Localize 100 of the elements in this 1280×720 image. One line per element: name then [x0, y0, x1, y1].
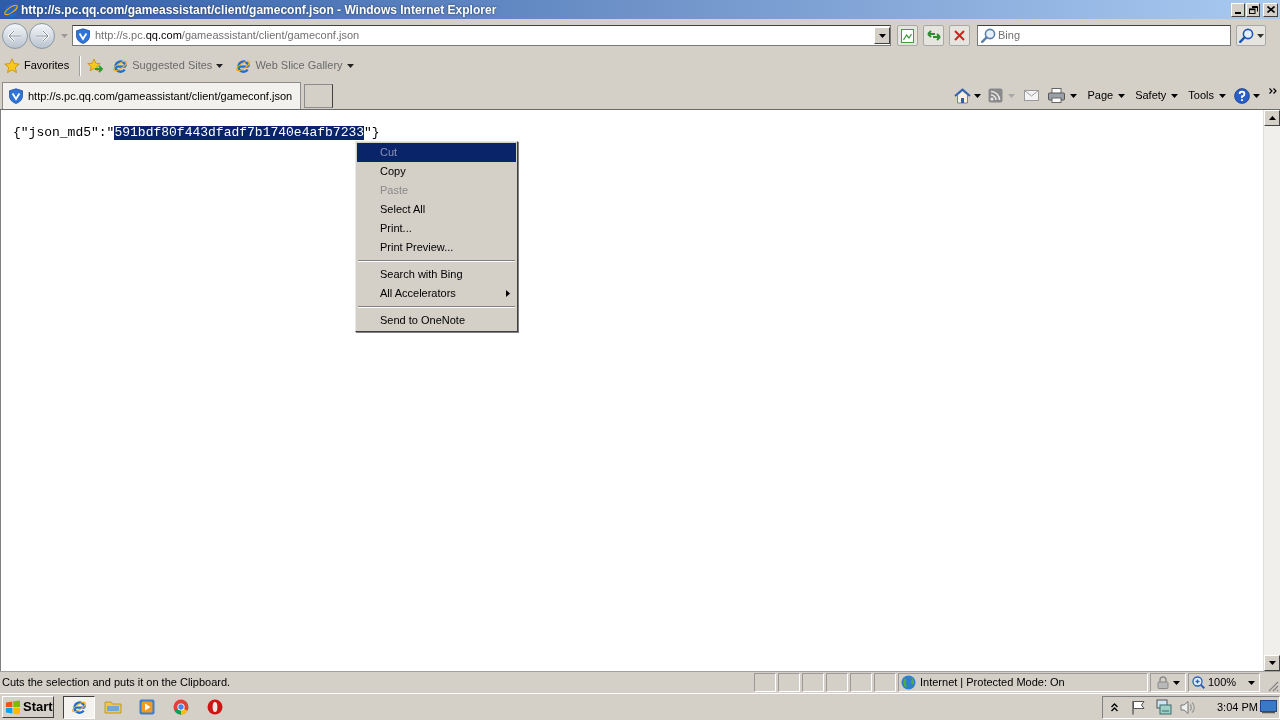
search-icon — [981, 28, 996, 43]
caret-icon — [1070, 93, 1078, 98]
page-icon — [901, 28, 914, 43]
scroll-down-button[interactable] — [1264, 655, 1280, 671]
caret-icon — [878, 33, 886, 38]
search-icon — [1238, 28, 1254, 43]
scrollbar[interactable] — [1263, 110, 1280, 671]
ring-logo-icon — [207, 699, 223, 715]
shield-icon — [75, 27, 91, 44]
resize-grip-icon — [1267, 680, 1279, 692]
start-button[interactable]: Start — [2, 696, 54, 718]
browser-icon — [173, 699, 189, 715]
flag-icon — [1131, 699, 1146, 715]
chevron-double-right-icon — [1269, 87, 1277, 94]
volume-button[interactable] — [1180, 698, 1196, 716]
printer-icon — [1048, 88, 1066, 103]
command-menu[interactable]: Tools — [1188, 84, 1226, 107]
selected-text: 591bdf80f443dfadf7b1740e4afb7233 — [114, 126, 365, 140]
status-text: Cuts the selection and puts it on the Clipboard. — [1, 675, 232, 691]
caret-icon — [346, 63, 354, 68]
restore-icon — [1248, 5, 1258, 14]
minimize-icon — [1235, 11, 1241, 14]
feed-icon — [988, 88, 1004, 103]
menu-item[interactable]: Search with Bing — [357, 265, 516, 284]
address-url: http://s.pc.qq.com/gameassistant/client/gameconf.json — [95, 28, 360, 44]
star-arrow-icon — [86, 57, 104, 74]
menu-item[interactable]: Print Preview... — [357, 238, 516, 257]
favorites-link[interactable]: Web Slice Gallery — [235, 54, 354, 77]
media-player-icon — [139, 699, 155, 715]
menu-item[interactable]: Select All — [357, 200, 516, 219]
back-button[interactable] — [2, 22, 28, 49]
zoom-in-icon — [1192, 676, 1205, 689]
search-input[interactable]: Bing — [998, 27, 1198, 44]
command-menu[interactable]: Safety — [1135, 84, 1179, 107]
back-arrow-icon — [8, 29, 22, 42]
padlock-icon — [1156, 676, 1169, 689]
home-icon — [954, 87, 972, 104]
zoom-button[interactable]: 100% — [1188, 673, 1260, 692]
desktop-icon — [1260, 700, 1277, 714]
caret-icon — [974, 93, 982, 98]
caret-icon — [216, 63, 224, 68]
menu-item[interactable]: Copy — [357, 162, 516, 181]
caret-icon — [1256, 33, 1264, 38]
address-field[interactable]: http://s.pc.qq.com/gameassistant/client/gameconf.json — [72, 25, 891, 46]
caret-icon — [1008, 93, 1016, 98]
menu-item[interactable]: Send to OneNote — [357, 311, 516, 330]
chevron-double-up-icon — [1111, 702, 1118, 712]
security-zone-text: Internet | Protected Mode: On — [920, 675, 1065, 691]
browser-tab[interactable]: http://s.pc.qq.com/gameassistant/client/gameconf.json — [2, 82, 302, 109]
refresh-button[interactable] — [923, 25, 944, 46]
search-field[interactable]: Bing — [977, 25, 1231, 46]
forward-arrow-icon — [35, 29, 49, 42]
close-button[interactable] — [1263, 2, 1278, 17]
e-logo-icon — [3, 1, 19, 18]
down-arrow-icon — [1268, 661, 1276, 665]
minimize-button[interactable] — [1231, 2, 1245, 17]
json-text: "} — [364, 126, 380, 140]
shield-icon — [8, 88, 24, 104]
globe-icon — [901, 675, 916, 690]
caret-icon — [1253, 93, 1260, 98]
caret-icon — [1248, 680, 1255, 685]
close-icon — [1266, 6, 1275, 13]
restore-button[interactable] — [1246, 2, 1260, 17]
compatibility-view-button[interactable] — [897, 25, 918, 46]
help-icon — [1234, 87, 1250, 104]
search-button[interactable] — [1236, 25, 1266, 46]
action-center-button[interactable] — [1131, 698, 1146, 716]
star-icon — [4, 57, 20, 74]
caret-icon — [1219, 93, 1226, 98]
clock[interactable]: 3:04 PM — [1217, 698, 1258, 716]
favorites-link[interactable]: Suggested Sites — [112, 54, 224, 77]
taskbar-button[interactable] — [63, 695, 95, 719]
window-title: http://s.pc.qq.com/gameassistant/client/gameconf.json - Windows Internet Explorer — [21, 1, 497, 19]
close-icon — [954, 30, 965, 41]
caret-icon — [1172, 680, 1180, 685]
caret-icon — [60, 33, 68, 38]
caret-icon — [1118, 93, 1126, 98]
show-desktop-button[interactable] — [1260, 698, 1277, 716]
e-logo-icon — [112, 57, 129, 74]
favorites-button[interactable]: Favorites — [4, 54, 70, 77]
menu-item[interactable]: Print... — [357, 219, 516, 238]
windows-flag-icon — [5, 699, 21, 715]
json-text: {"json_md5":" — [13, 126, 115, 140]
network-button[interactable] — [1155, 698, 1172, 716]
protected-mode-button[interactable] — [1150, 673, 1186, 692]
e-logo-icon — [235, 57, 252, 74]
new-tab-button[interactable] — [304, 84, 334, 108]
scroll-up-button[interactable] — [1264, 110, 1280, 126]
address-dropdown-button[interactable] — [874, 27, 890, 44]
speaker-icon — [1180, 699, 1196, 715]
folder-icon — [104, 699, 122, 715]
e-logo-icon — [71, 699, 87, 715]
stop-button[interactable] — [949, 25, 970, 46]
forward-button[interactable] — [29, 22, 55, 49]
caret-icon — [1171, 93, 1179, 98]
command-menu[interactable]: Page — [1087, 84, 1126, 107]
network-icon — [1155, 699, 1172, 715]
refresh-icon — [926, 29, 941, 42]
envelope-icon — [1024, 90, 1040, 101]
menu-item[interactable]: All Accelerators — [357, 284, 516, 303]
